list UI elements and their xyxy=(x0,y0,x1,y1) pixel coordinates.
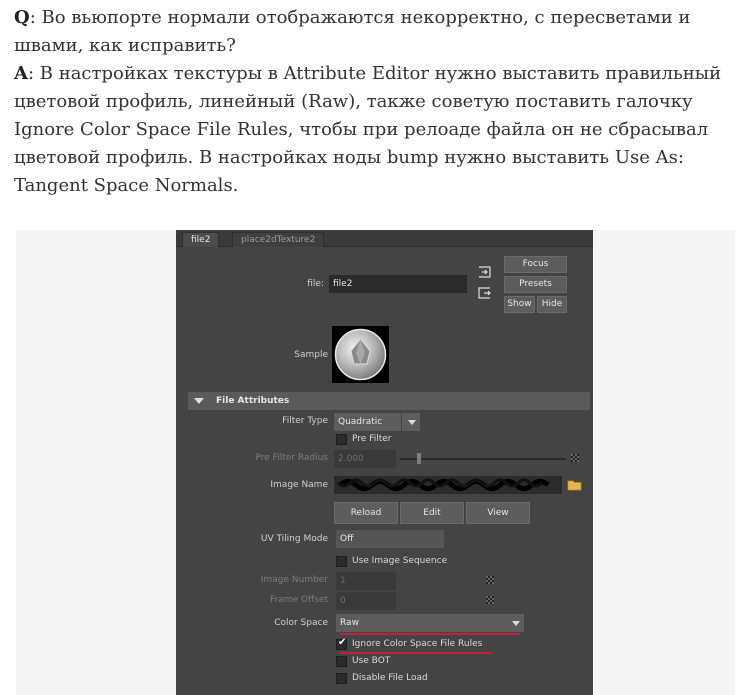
uv-tiling-mode-label: UV Tiling Mode xyxy=(260,534,328,544)
image-number-field[interactable]: 1 xyxy=(336,572,396,590)
output-connection-icon[interactable] xyxy=(478,287,492,299)
pre-filter-checkbox[interactable] xyxy=(336,434,347,445)
color-space-value: Raw xyxy=(340,618,359,628)
image-number-label: Image Number xyxy=(260,575,328,585)
show-button[interactable]: Show xyxy=(504,296,535,313)
question-label: Q xyxy=(14,7,30,28)
edit-button[interactable]: Edit xyxy=(400,502,464,524)
redacted-path-scribble xyxy=(336,478,550,491)
section-title: File Attributes xyxy=(216,396,290,406)
tab-file2[interactable]: file2 xyxy=(182,232,220,247)
color-space-dropdown[interactable]: Raw xyxy=(336,614,524,632)
answer-text: : В настройках текстуры в Attribute Edit… xyxy=(14,63,722,196)
frame-offset-field[interactable]: 0 xyxy=(336,592,396,610)
pre-filter-label: Pre Filter xyxy=(352,434,392,444)
frame-offset-label: Frame Offset xyxy=(270,595,328,605)
file-attributes-section-header[interactable]: File Attributes xyxy=(188,392,590,410)
node-name-label: file: xyxy=(307,279,324,289)
chevron-down-icon xyxy=(408,420,416,425)
sample-swatch xyxy=(332,326,389,383)
annotation-underline-color-space xyxy=(340,633,520,635)
checkmark-icon: ✔ xyxy=(338,637,347,648)
hide-button[interactable]: Hide xyxy=(537,296,567,313)
node-name-field[interactable]: file2 xyxy=(329,275,467,293)
presets-button[interactable]: Presets xyxy=(504,276,567,293)
image-number-map-icon[interactable] xyxy=(486,576,494,584)
sample-label: Sample xyxy=(294,350,328,360)
pre-filter-radius-label: Pre Filter Radius xyxy=(255,453,329,463)
use-image-sequence-checkbox[interactable] xyxy=(336,556,347,567)
collapse-triangle-icon[interactable] xyxy=(194,398,204,404)
focus-button[interactable]: Focus xyxy=(504,256,567,273)
sample-sphere-icon xyxy=(334,328,387,381)
frame-offset-map-icon[interactable] xyxy=(486,596,494,604)
question-text: : Во вьюпорте нормали отображаются некор… xyxy=(14,7,691,56)
disable-file-load-checkbox[interactable] xyxy=(336,673,347,684)
filter-type-value: Quadratic xyxy=(338,417,383,427)
view-button[interactable]: View xyxy=(466,502,530,524)
color-space-label: Color Space xyxy=(274,618,328,628)
answer-paragraph: A: В настройках текстуры в Attribute Edi… xyxy=(14,60,734,200)
screenshot-frame: file2 place2dTexture2 file: file2 Focus … xyxy=(16,230,735,695)
map-button-icon[interactable] xyxy=(571,454,579,462)
uv-tiling-mode-value: Off xyxy=(340,534,354,544)
use-image-sequence-label: Use Image Sequence xyxy=(352,556,448,566)
use-bot-checkbox[interactable] xyxy=(336,656,347,667)
pre-filter-radius-field[interactable]: 2.000 xyxy=(334,450,396,468)
pre-filter-radius-slider[interactable] xyxy=(400,458,566,460)
filter-type-dropdown[interactable]: Quadratic xyxy=(334,413,420,431)
use-bot-label: Use BOT xyxy=(352,656,391,666)
filter-type-label: Filter Type xyxy=(282,416,328,426)
ignore-color-space-file-rules-checkbox[interactable]: ✔ xyxy=(336,637,347,650)
image-name-label: Image Name xyxy=(270,480,328,490)
tab-bar: file2 place2dTexture2 xyxy=(176,230,593,247)
ignore-color-space-file-rules-label: Ignore Color Space File Rules xyxy=(352,639,483,649)
chevron-down-icon xyxy=(512,621,520,626)
image-name-field[interactable] xyxy=(334,476,562,494)
attribute-editor-panel: file2 place2dTexture2 file: file2 Focus … xyxy=(176,230,593,695)
tab-place2dtexture2[interactable]: place2dTexture2 xyxy=(232,232,325,247)
reload-button[interactable]: Reload xyxy=(334,502,398,524)
question-paragraph: Q: Во вьюпорте нормали отображаются неко… xyxy=(14,4,734,60)
disable-file-load-label: Disable File Load xyxy=(352,673,428,683)
folder-icon[interactable] xyxy=(567,479,583,491)
uv-tiling-mode-dropdown[interactable]: Off xyxy=(336,530,444,548)
qa-text-block: Q: Во вьюпорте нормали отображаются неко… xyxy=(14,4,734,200)
input-connection-icon[interactable] xyxy=(478,266,492,278)
answer-label: A xyxy=(14,63,28,84)
pre-filter-radius-slider-handle[interactable] xyxy=(417,453,421,464)
